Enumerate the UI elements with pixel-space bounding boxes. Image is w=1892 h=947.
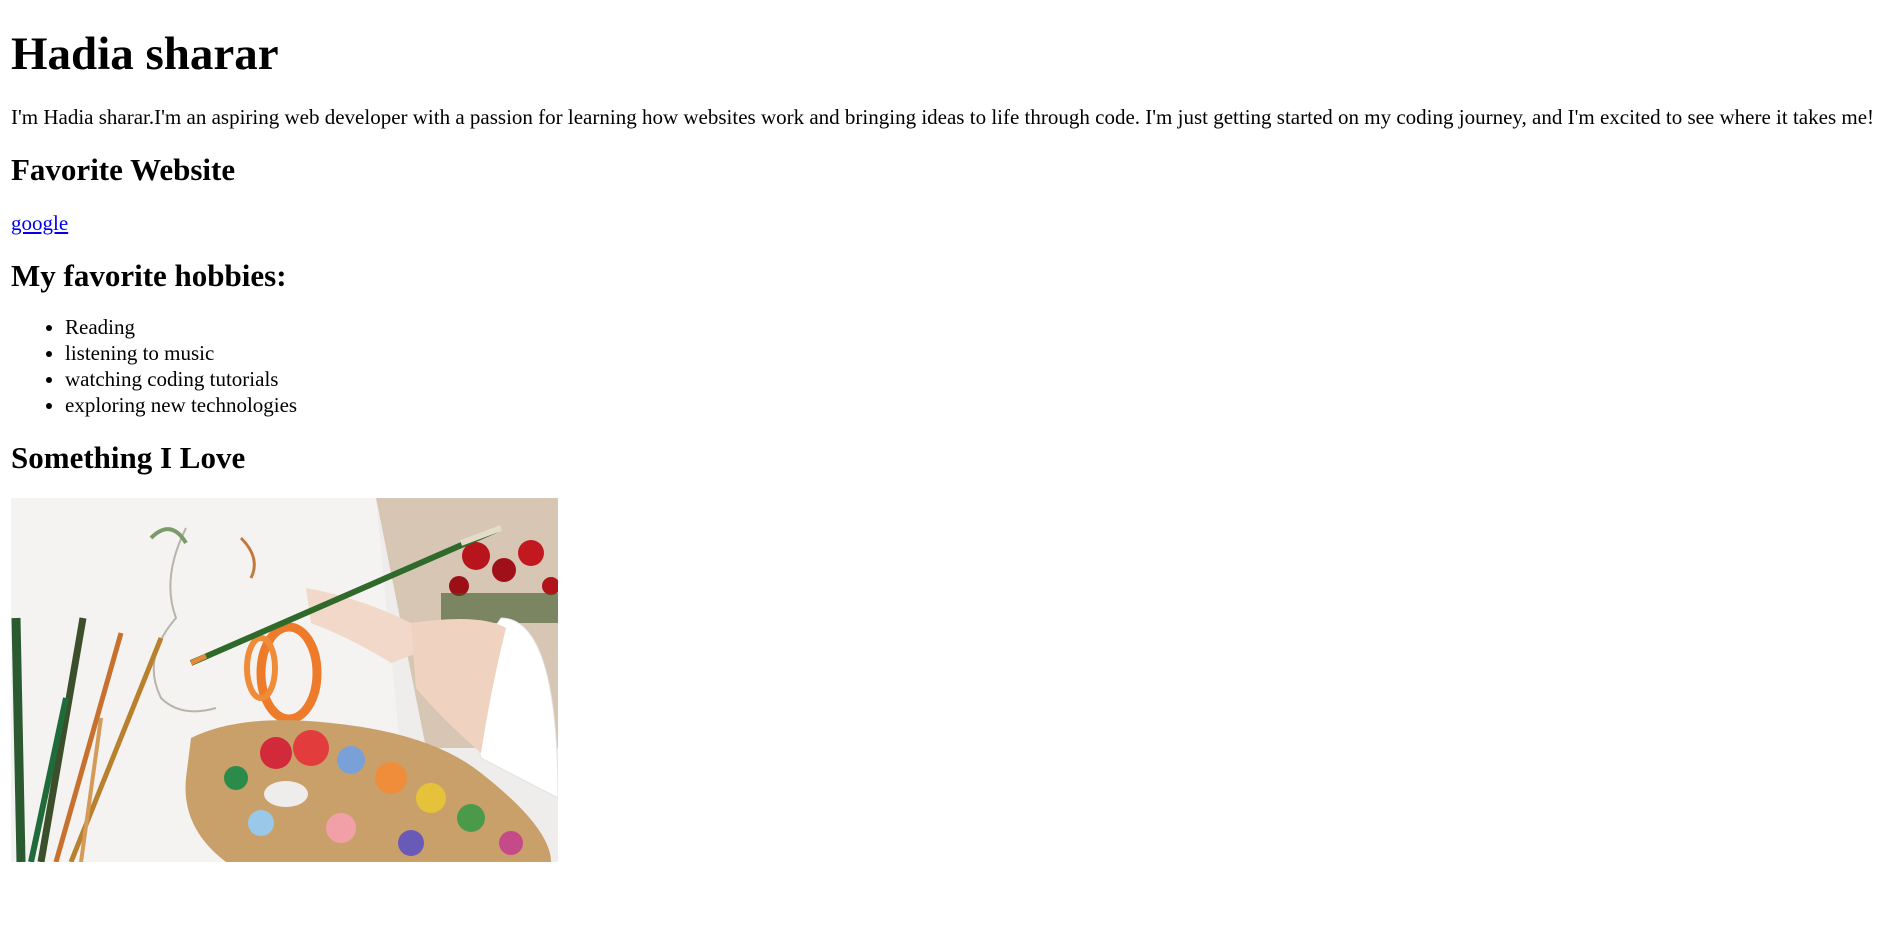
- page: Hadia sharar I'm Hadia sharar.I'm an asp…: [0, 0, 1892, 862]
- intro-paragraph: I'm Hadia sharar.I'm an aspiring web dev…: [11, 105, 1875, 129]
- list-item: exploring new technologies: [65, 392, 1881, 418]
- page-title: Hadia sharar: [11, 28, 279, 80]
- list-item: watching coding tutorials: [65, 366, 1881, 392]
- hobbies-heading: My favorite hobbies:: [11, 258, 287, 293]
- favorite-website-heading: Favorite Website: [11, 152, 236, 187]
- list-item: listening to music: [65, 340, 1881, 366]
- list-item: Reading: [65, 314, 1881, 340]
- painting-image: [11, 498, 558, 862]
- google-link[interactable]: google: [11, 210, 68, 236]
- something-i-love-heading: Something I Love: [11, 440, 246, 475]
- hobbies-list: Reading listening to music watching codi…: [11, 314, 1881, 418]
